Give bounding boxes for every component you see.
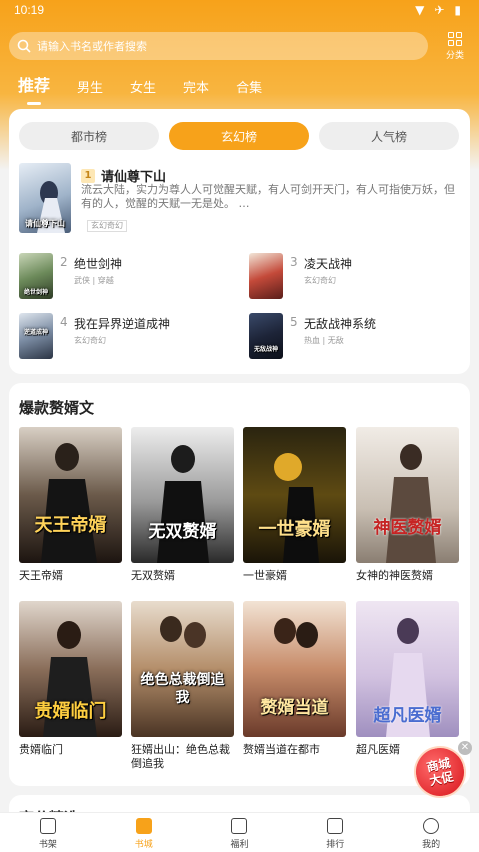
book-cover: 逆道成神	[19, 313, 53, 359]
cover-figure	[41, 443, 97, 563]
nav-welfare[interactable]: 福利	[192, 813, 288, 852]
segment-fantasy[interactable]: 玄幻榜	[169, 122, 309, 150]
gift-icon	[231, 818, 248, 834]
ranking-item[interactable]: 绝世剑神 2 绝世剑神 武侠 | 穿越	[19, 253, 239, 299]
book-item[interactable]: 无双赘婿 无双赘婿	[131, 427, 234, 583]
tab-recommend[interactable]: 推荐	[18, 72, 50, 96]
ranking-icon	[327, 818, 344, 834]
book-meta: 玄幻奇幻	[304, 276, 336, 285]
ranking-item[interactable]: 逆道成神 4 我在异界逆道成神 玄幻奇幻	[19, 313, 239, 359]
tab-female[interactable]: 女生	[130, 77, 156, 96]
search-placeholder: 请输入书名或作者搜索	[37, 40, 147, 53]
cover-figure	[274, 453, 319, 563]
book-meta: 热血 | 无敌	[304, 336, 344, 345]
book-title: 无敌战神系统	[304, 317, 377, 331]
segment-city[interactable]: 都市榜	[19, 122, 159, 150]
rank-number: 5	[290, 315, 298, 329]
category-button[interactable]: 分类	[438, 32, 472, 62]
category-label: 分类	[445, 51, 464, 61]
profile-icon	[423, 818, 440, 834]
ranking-item[interactable]: 3 凌天战神 玄幻奇幻	[249, 253, 459, 299]
book-title: 凌天战神	[304, 257, 353, 271]
cover-figure	[157, 445, 209, 563]
nav-ranking[interactable]: 排行	[287, 813, 383, 852]
book-name: 无双赘婿	[131, 569, 175, 582]
segment-popular[interactable]: 人气榜	[319, 122, 459, 150]
nav-bookstore[interactable]: 书城	[96, 813, 192, 852]
book-name: 女神的神医赘婿	[356, 569, 433, 582]
book-cover: 无双赘婿	[131, 427, 234, 563]
wifi-icon: ▼	[415, 3, 425, 17]
store-icon	[135, 818, 152, 834]
cover-figure	[160, 616, 206, 648]
tab-finished[interactable]: 完本	[183, 77, 209, 96]
status-time: 10:19	[14, 3, 45, 17]
book-cover	[249, 253, 283, 299]
book-title: 我在异界逆道成神	[74, 317, 171, 331]
ranking-item[interactable]: 无敌战神 5 无敌战神系统 热血 | 无敌	[249, 313, 459, 359]
status-bar: 10:19 ▼ ✈ ▮	[0, 0, 479, 20]
book-item[interactable]: 超凡医婿 超凡医婿	[356, 601, 459, 757]
book-cover: 贵婿临门	[19, 601, 122, 737]
book-cover: 无敌战神	[249, 313, 283, 359]
rank-number: 2	[60, 255, 68, 269]
book-name: 天王帝婿	[19, 569, 63, 582]
book-cover: 绝色总裁倒追我	[131, 601, 234, 737]
book-title: 绝世剑神	[74, 257, 123, 271]
hot-section-card: 爆款赘婿文 天王帝婿 天王帝婿 无双赘婿 无双赘婿 一世豪婿 一世豪婿 神医赘婿…	[9, 383, 470, 786]
book-cover: 天王帝婿	[19, 427, 122, 563]
book-item[interactable]: 天王帝婿 天王帝婿	[19, 427, 122, 583]
status-icons: ▼ ✈ ▮	[415, 3, 461, 17]
tab-male[interactable]: 男生	[77, 77, 103, 96]
book-cover: 超凡医婿	[356, 601, 459, 737]
nav-bookshelf[interactable]: 书架	[0, 813, 96, 852]
book-item[interactable]: 一世豪婿 一世豪婿	[243, 427, 346, 583]
book-item[interactable]: 绝色总裁倒追我 狂婿出山：绝色总裁倒追我	[131, 601, 234, 771]
tab-collection[interactable]: 合集	[236, 77, 262, 96]
nav-profile[interactable]: 我的	[383, 813, 479, 852]
grid-icon	[448, 32, 462, 46]
section-title: 爆款赘婿文	[19, 399, 95, 417]
genre-tag: 玄幻奇幻	[87, 220, 127, 232]
book-name: 狂婿出山：绝色总裁倒追我	[131, 743, 230, 770]
book-cover: 神医赘婿	[356, 427, 459, 563]
book-item[interactable]: 神医赘婿 女神的神医赘婿	[356, 427, 459, 583]
book-icon	[39, 818, 56, 834]
book-name: 贵婿临门	[19, 743, 63, 756]
book-cover: 赘婿当道	[243, 601, 346, 737]
book-cover[interactable]: 请仙尊下山	[19, 163, 71, 233]
book-cover: 一世豪婿	[243, 427, 346, 563]
book-item[interactable]: 赘婿当道 赘婿当道在都市	[243, 601, 346, 757]
rank-number: 3	[290, 255, 298, 269]
airplane-icon: ✈	[434, 3, 445, 17]
ranking-card: 都市榜 玄幻榜 人气榜 请仙尊下山 1 请仙尊下山 流云大陆，实力为尊人人可觉醒…	[9, 109, 470, 374]
book-name: 赘婿当道在都市	[243, 743, 320, 756]
close-icon[interactable]: ✕	[458, 741, 472, 755]
bottom-nav: 书架 书城 福利 排行 我的	[0, 812, 479, 852]
top-book-description: 流云大陆，实力为尊人人可觉醒天赋，有人可剑开天门，有人可指使万妖，但有的人，觉醒…	[81, 183, 455, 210]
rank-badge: 1	[81, 168, 95, 183]
rank-number: 4	[60, 315, 68, 329]
book-name: 一世豪婿	[243, 569, 287, 582]
book-cover: 绝世剑神	[19, 253, 53, 299]
channel-tabs: 推荐 男生 女生 完本 合集	[18, 72, 289, 96]
book-item[interactable]: 贵婿临门 贵婿临门	[19, 601, 122, 757]
book-meta: 武侠 | 穿越	[74, 276, 114, 285]
search-bar[interactable]: 请输入书名或作者搜索	[9, 32, 428, 60]
book-meta: 玄幻奇幻	[74, 336, 106, 345]
cover-figure	[386, 444, 436, 563]
battery-icon: ▮	[454, 3, 461, 17]
search-icon	[17, 39, 31, 53]
